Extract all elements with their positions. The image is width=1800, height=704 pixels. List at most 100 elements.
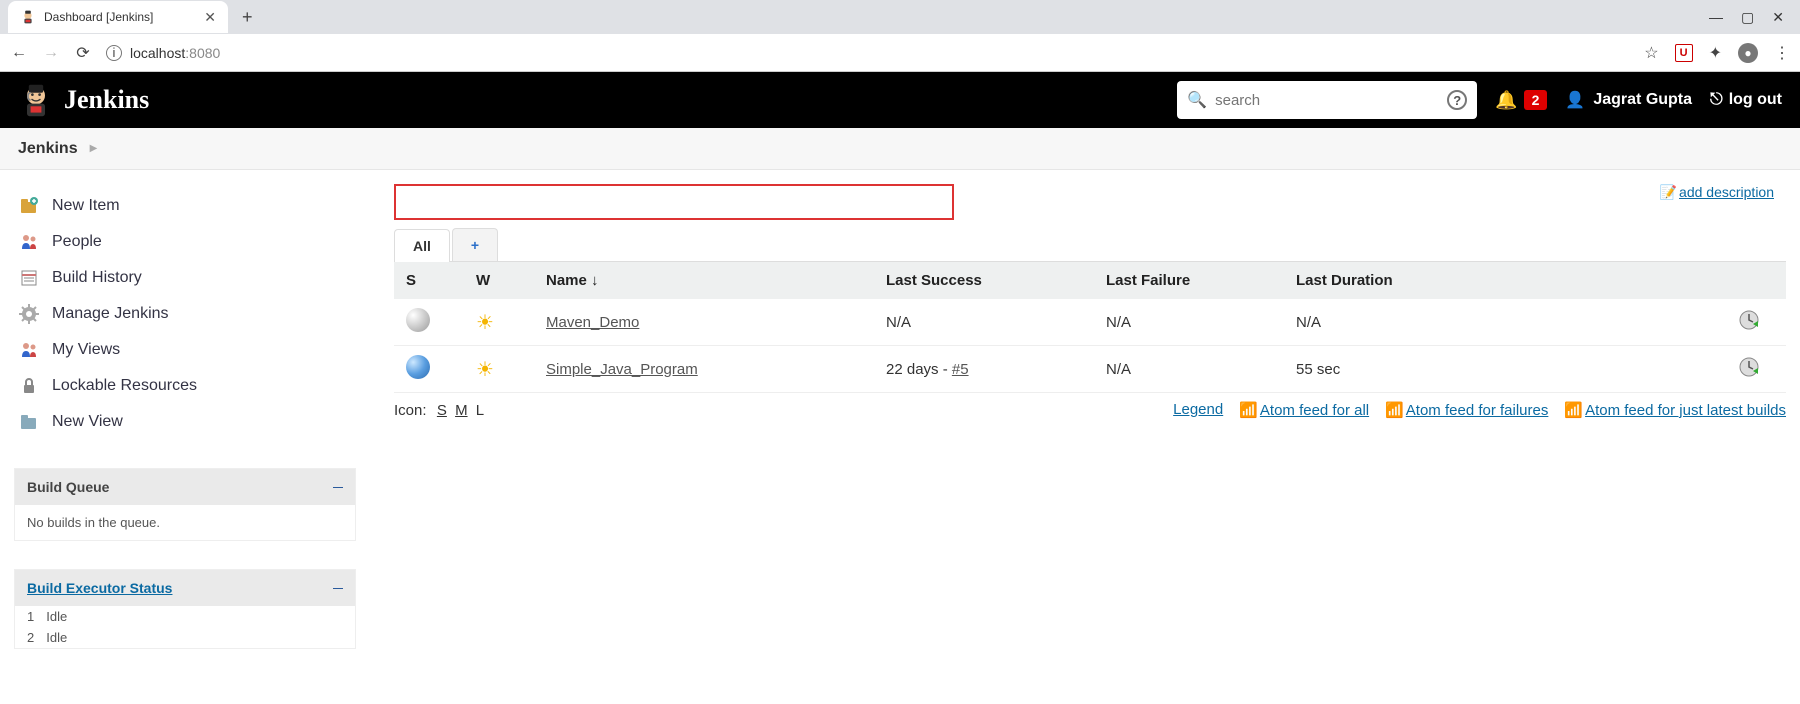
main-layout: New Item People Build History Manage Jen… <box>0 170 1800 667</box>
tab-all[interactable]: All <box>394 229 450 262</box>
executor-row: 1 Idle <box>15 606 355 627</box>
close-tab-icon[interactable]: ✕ <box>204 9 216 26</box>
sidebar-item-new-view[interactable]: New View <box>14 404 356 440</box>
browser-tab[interactable]: Dashboard [Jenkins] ✕ <box>8 1 228 33</box>
url-host: localhost <box>130 45 185 61</box>
icon-size-l[interactable]: L <box>476 402 484 419</box>
tab-title: Dashboard [Jenkins] <box>44 10 153 24</box>
extensions-icon[interactable]: ✦ <box>1709 43 1722 63</box>
build-queue-pane: Build Queue — No builds in the queue. <box>14 468 356 541</box>
col-build <box>1726 262 1786 299</box>
add-description: 📝add description <box>1660 184 1774 201</box>
last-success-cell: 22 days - #5 <box>874 346 1094 393</box>
collapse-icon[interactable]: — <box>333 482 343 493</box>
atom-feed-latest[interactable]: Atom feed for just latest builds <box>1585 402 1786 419</box>
jobs-table: S W Name ↓ Last Success Last Failure Las… <box>394 262 1786 393</box>
rss-icon: 📶 <box>1385 402 1404 419</box>
address-bar-icons: ☆ U ✦ ● ⋮ <box>1644 43 1790 63</box>
task-list: New Item People Build History Manage Jen… <box>14 188 356 440</box>
task-label: Build History <box>52 269 142 287</box>
sidebar-item-my-views[interactable]: My Views <box>14 332 356 368</box>
build-queue-body: No builds in the queue. <box>15 505 355 540</box>
reload-button[interactable]: ⟳ <box>74 43 92 63</box>
brand-text: Jenkins <box>64 85 149 115</box>
minimize-button[interactable]: — <box>1709 9 1723 26</box>
table-row: ☀ Simple_Java_Program 22 days - #5 N/A 5… <box>394 346 1786 393</box>
col-name[interactable]: Name ↓ <box>534 262 874 299</box>
notification-badge: 2 <box>1524 90 1548 110</box>
mcafee-icon[interactable]: U <box>1675 44 1693 62</box>
icon-size-s[interactable]: S <box>437 402 447 419</box>
build-queue-title: Build Queue <box>27 479 109 495</box>
jenkins-logo-icon <box>18 82 54 118</box>
col-last-success[interactable]: Last Success <box>874 262 1094 299</box>
icon-size-m[interactable]: M <box>455 402 468 419</box>
executor-pane: Build Executor Status — 1 Idle 2 Idle <box>14 569 356 649</box>
sidebar-item-build-history[interactable]: Build History <box>14 260 356 296</box>
atom-feed-all[interactable]: Atom feed for all <box>1260 402 1369 419</box>
task-label: Manage Jenkins <box>52 305 169 323</box>
build-queue-header: Build Queue — <box>15 469 355 505</box>
name-cell: Simple_Java_Program <box>534 346 874 393</box>
bookmark-icon[interactable]: ☆ <box>1644 43 1658 63</box>
search-input[interactable] <box>1215 92 1447 109</box>
gear-icon <box>18 303 40 325</box>
col-last-failure[interactable]: Last Failure <box>1094 262 1284 299</box>
profile-icon[interactable]: ● <box>1738 43 1758 63</box>
job-link[interactable]: Simple_Java_Program <box>546 361 698 378</box>
breadcrumb-root[interactable]: Jenkins <box>18 140 78 158</box>
sidebar-item-people[interactable]: People <box>14 224 356 260</box>
build-cell <box>1726 346 1786 393</box>
chevron-icon: ▶ <box>90 143 98 154</box>
name-cell: Maven_Demo <box>534 299 874 346</box>
col-status[interactable]: S <box>394 262 464 299</box>
rss-icon: 📶 <box>1239 402 1258 419</box>
schedule-build-icon[interactable] <box>1738 362 1760 382</box>
table-header-row: S W Name ↓ Last Success Last Failure Las… <box>394 262 1786 299</box>
tab-bar: Dashboard [Jenkins] ✕ + — ▢ ✕ <box>0 0 1800 34</box>
sidebar-item-lockable-resources[interactable]: Lockable Resources <box>14 368 356 404</box>
back-button[interactable]: ← <box>10 44 28 62</box>
logout-label: log out <box>1729 91 1782 109</box>
new-item-icon <box>18 195 40 217</box>
help-icon[interactable]: ? <box>1447 90 1467 110</box>
sidebar: New Item People Build History Manage Jen… <box>0 170 370 667</box>
add-description-link[interactable]: add description <box>1679 184 1774 200</box>
new-tab-button[interactable]: + <box>232 7 263 28</box>
build-history-icon <box>18 267 40 289</box>
sidebar-item-new-item[interactable]: New Item <box>14 188 356 224</box>
maximize-button[interactable]: ▢ <box>1741 9 1754 26</box>
task-label: Lockable Resources <box>52 377 197 395</box>
user-link[interactable]: 👤 Jagrat Gupta <box>1565 90 1692 110</box>
notifications[interactable]: 🔔 2 <box>1495 90 1547 111</box>
close-window-button[interactable]: ✕ <box>1772 9 1784 26</box>
build-number-link[interactable]: #5 <box>952 361 969 378</box>
url-field[interactable]: i localhost:8080 <box>106 45 1630 61</box>
build-cell <box>1726 299 1786 346</box>
jenkins-logo[interactable]: Jenkins <box>18 82 149 118</box>
job-link[interactable]: Maven_Demo <box>546 314 639 331</box>
atom-feed-failures[interactable]: Atom feed for failures <box>1406 402 1549 419</box>
logout-link[interactable]: ⎋ log out <box>1710 91 1782 109</box>
col-last-duration[interactable]: Last Duration <box>1284 262 1726 299</box>
my-views-icon <box>18 339 40 361</box>
schedule-build-icon[interactable] <box>1738 315 1760 335</box>
rss-icon: 📶 <box>1564 402 1583 419</box>
site-info-icon[interactable]: i <box>106 45 122 61</box>
footer-links: Legend 📶Atom feed for all 📶Atom feed for… <box>1173 401 1786 419</box>
status-ball-blue <box>406 355 430 379</box>
menu-icon[interactable]: ⋮ <box>1774 43 1790 63</box>
forward-button[interactable]: → <box>42 44 60 62</box>
breadcrumb: Jenkins ▶ <box>0 128 1800 170</box>
search-box[interactable]: 🔍 ? <box>1177 81 1477 119</box>
url-port: :8080 <box>185 45 220 61</box>
new-view-icon <box>18 411 40 433</box>
sidebar-item-manage-jenkins[interactable]: Manage Jenkins <box>14 296 356 332</box>
col-weather[interactable]: W <box>464 262 534 299</box>
tab-new-view[interactable]: + <box>452 228 498 261</box>
legend-link[interactable]: Legend <box>1173 401 1223 419</box>
icon-size-label: Icon: <box>394 402 427 419</box>
executor-title[interactable]: Build Executor Status <box>27 580 172 596</box>
collapse-icon[interactable]: — <box>333 583 343 594</box>
weather-cell: ☀ <box>464 346 534 393</box>
